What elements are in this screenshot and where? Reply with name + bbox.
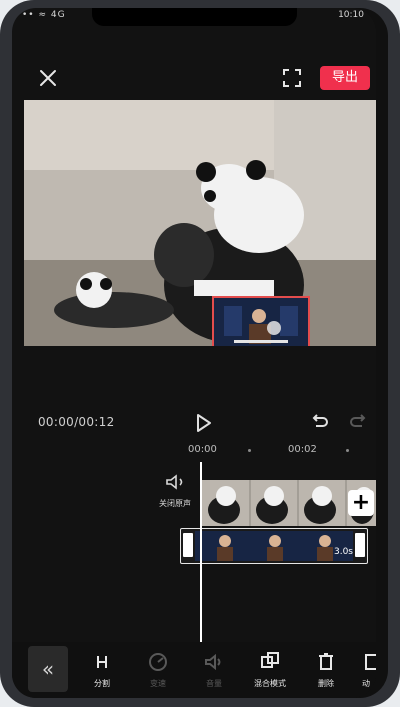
add-clip-button[interactable]: + xyxy=(348,490,374,516)
volume-button[interactable]: 音量 xyxy=(192,650,236,694)
camera-notch xyxy=(92,8,297,26)
mute-label: 关闭原声 xyxy=(159,499,191,508)
trim-handle-right[interactable] xyxy=(355,533,365,557)
status-bar: •• ≈ 4G 10:10 xyxy=(12,8,376,26)
undo-icon[interactable] xyxy=(308,412,330,434)
delete-button[interactable]: 删除 xyxy=(304,650,348,694)
close-icon[interactable] xyxy=(36,66,60,90)
volume-label: 音量 xyxy=(206,679,222,688)
ruler-tick-0: 00:00 xyxy=(188,444,217,455)
animation-icon xyxy=(365,654,376,670)
ruler-dot xyxy=(346,449,349,452)
playhead[interactable] xyxy=(200,462,202,642)
export-button[interactable]: 导出 xyxy=(320,66,370,90)
split-label: 分割 xyxy=(94,679,110,688)
mute-audio-button[interactable]: 关闭原声 xyxy=(145,470,205,514)
panda-preview-image xyxy=(24,100,376,346)
animation-button[interactable]: 动 xyxy=(352,650,376,694)
delete-label: 删除 xyxy=(318,679,334,688)
redo-icon[interactable] xyxy=(348,412,370,434)
play-icon[interactable] xyxy=(192,412,214,434)
split-icon xyxy=(97,656,107,668)
ruler-dot xyxy=(248,449,251,452)
time-readout: 00:00/00:12 xyxy=(38,415,115,429)
delete-icon xyxy=(319,653,333,670)
status-time: 10:10 xyxy=(338,10,364,20)
speed-button[interactable]: 变速 xyxy=(136,650,180,694)
editor-screen: •• ≈ 4G 10:10 导出 00:00/00:12 00:00 00:02… xyxy=(12,8,376,698)
fullscreen-icon[interactable] xyxy=(280,66,304,90)
picture-in-picture-clip[interactable] xyxy=(212,296,310,346)
video-preview[interactable] xyxy=(24,100,376,346)
speed-icon xyxy=(149,653,167,671)
animation-label: 动 xyxy=(362,679,370,688)
blend-mode-label: 混合模式 xyxy=(254,679,286,688)
signal-status: •• ≈ 4G xyxy=(22,10,66,20)
bottom-toolbar: « 分割 变速 音量 混合模式 删除 动 xyxy=(12,642,376,698)
clip-duration: 3.0s xyxy=(333,547,353,557)
timeline-ruler: 00:00 00:02 xyxy=(12,442,376,462)
trim-handle-left[interactable] xyxy=(183,533,193,557)
speed-label: 变速 xyxy=(150,679,166,688)
overlay-video-track[interactable]: 3.0s xyxy=(180,528,368,564)
ruler-tick-2: 00:02 xyxy=(288,444,317,455)
speaker-icon xyxy=(166,474,183,490)
editor-topbar: 导出 xyxy=(12,56,376,102)
drama-pip-image xyxy=(214,298,308,346)
blend-mode-button[interactable]: 混合模式 xyxy=(248,650,292,694)
split-button[interactable]: 分割 xyxy=(80,650,124,694)
volume-icon xyxy=(205,653,221,671)
overlay-track-thumbnails xyxy=(195,531,353,561)
collapse-toolbar-button[interactable]: « xyxy=(28,646,68,692)
timeline-area[interactable]: 关闭原声 + 3.0s xyxy=(12,462,376,642)
player-controls: 00:00/00:12 xyxy=(12,408,376,438)
blend-mode-icon xyxy=(261,652,279,668)
